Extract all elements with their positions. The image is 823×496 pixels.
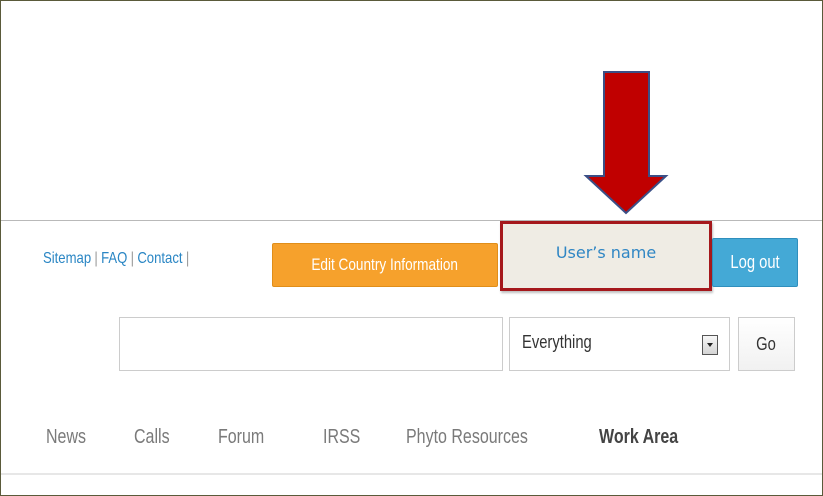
logout-button[interactable]: Log out — [712, 238, 798, 287]
search-input[interactable] — [119, 317, 503, 371]
go-label: Go — [756, 334, 777, 354]
link-separator: | — [185, 250, 190, 267]
sitemap-link[interactable]: Sitemap — [43, 250, 91, 267]
dropdown-arrow-icon[interactable] — [702, 335, 718, 355]
faq-link[interactable]: FAQ — [101, 250, 127, 267]
user-name-highlight[interactable]: User’s name — [500, 221, 712, 291]
user-name-label: User’s name — [555, 243, 657, 262]
link-separator: | — [94, 250, 98, 267]
nav-divider — [1, 473, 822, 475]
utility-links: Sitemap | FAQ | Contact | — [43, 250, 193, 268]
nav-item-calls[interactable]: Calls — [134, 426, 170, 449]
nav-item-phyto-resources[interactable]: Phyto Resources — [406, 426, 528, 449]
logout-label: Log out — [730, 252, 780, 272]
nav-item-forum[interactable]: Forum — [218, 426, 264, 449]
edit-country-information-label: Edit Country Information — [311, 255, 459, 274]
nav-item-irss[interactable]: IRSS — [323, 426, 360, 449]
link-separator: | — [130, 250, 135, 267]
search-scope-select[interactable]: Everything — [509, 317, 730, 371]
search-scope-value: Everything — [522, 332, 592, 352]
nav-item-news[interactable]: News — [46, 426, 86, 449]
screenshot-frame: Sitemap | FAQ | Contact | Edit Country Inform… — [0, 0, 823, 496]
nav-item-work-area[interactable]: Work Area — [599, 426, 678, 449]
go-button[interactable]: Go — [738, 317, 795, 371]
edit-country-information-button[interactable]: Edit Country Information — [272, 243, 498, 287]
contact-link[interactable]: Contact — [137, 250, 182, 267]
